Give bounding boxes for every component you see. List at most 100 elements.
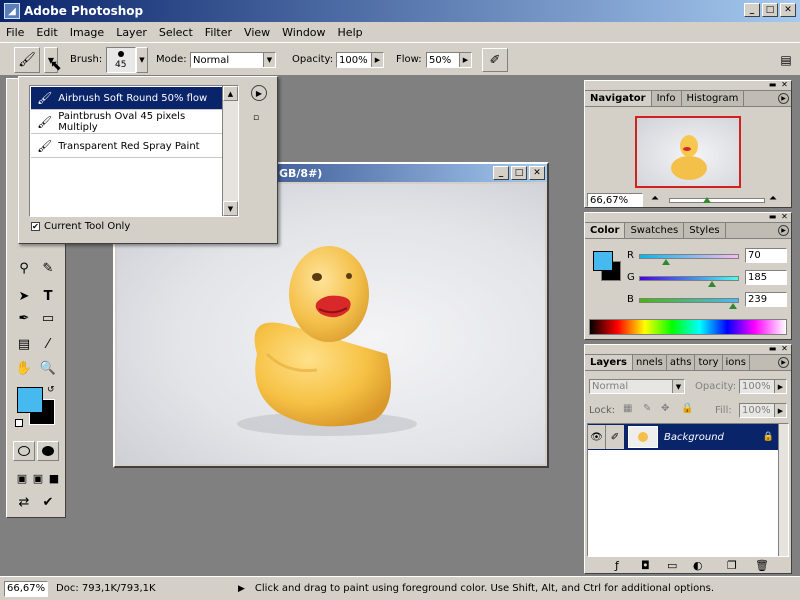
lock-all-icon[interactable]: 🔒: [681, 403, 693, 414]
lock-position-icon[interactable]: ✥: [661, 403, 669, 414]
standard-mode-button[interactable]: [13, 441, 35, 461]
flow-input[interactable]: 50% ▶: [426, 52, 472, 68]
r-slider-handle[interactable]: [662, 259, 670, 265]
rectangle-tool-icon[interactable]: ▭: [37, 307, 59, 329]
layers-scrollbar[interactable]: [778, 424, 788, 556]
foreground-color-swatch[interactable]: [17, 387, 43, 413]
menu-edit[interactable]: Edit: [30, 26, 63, 39]
doc-close-button[interactable]: ✕: [529, 166, 545, 180]
chevron-right-icon[interactable]: ▶: [459, 53, 471, 67]
r-input[interactable]: 70: [745, 248, 787, 263]
tab-styles[interactable]: Styles: [684, 223, 726, 238]
tab-paths[interactable]: aths: [667, 355, 696, 370]
layer-style-icon[interactable]: ƒ: [615, 559, 619, 572]
current-tool-only-checkbox[interactable]: ✔: [31, 222, 40, 231]
clone-stamp-tool-icon[interactable]: ⚲: [13, 257, 35, 279]
chevron-right-icon[interactable]: ▶: [371, 53, 383, 67]
eyedropper-tool-icon[interactable]: ⁄: [37, 333, 59, 355]
tab-actions[interactable]: ions: [723, 355, 750, 370]
palette-menu-button[interactable]: ▶: [778, 225, 789, 236]
menu-select[interactable]: Select: [153, 26, 199, 39]
preset-menu-button[interactable]: ▶: [251, 85, 267, 101]
blend-mode-select[interactable]: Normal ▼: [589, 379, 685, 394]
chevron-up-icon[interactable]: ▲: [223, 86, 238, 101]
tab-info[interactable]: Info: [652, 91, 682, 106]
maximize-button[interactable]: □: [762, 3, 778, 17]
jump-to-imageready-icon[interactable]: ⇄: [13, 491, 35, 513]
doc-maximize-button[interactable]: □: [511, 166, 527, 180]
menu-help[interactable]: Help: [332, 26, 369, 39]
color-foreground-swatch[interactable]: [593, 251, 613, 271]
doc-minimize-button[interactable]: _: [493, 166, 509, 180]
tool-preset-item[interactable]: 🖌 Paintbrush Oval 45 pixels Multiply: [31, 111, 222, 134]
close-icon[interactable]: ✕: [780, 213, 789, 221]
adjustment-layer-icon[interactable]: ◐: [693, 559, 703, 572]
tab-layers[interactable]: Layers: [585, 355, 633, 370]
edit-imageready-icon[interactable]: ✔: [37, 491, 59, 513]
screen-mode-full-icon[interactable]: ■: [43, 467, 65, 489]
new-set-icon[interactable]: ▭: [667, 559, 677, 572]
menu-view[interactable]: View: [238, 26, 276, 39]
brush-link-icon[interactable]: ✐: [606, 425, 624, 449]
swap-colors-icon[interactable]: ↺: [47, 385, 55, 395]
notes-tool-icon[interactable]: ▤: [13, 333, 35, 355]
tool-preset-item[interactable]: 🖌 Airbrush Soft Round 50% flow: [31, 87, 222, 110]
chevron-right-icon[interactable]: ▶: [774, 404, 786, 417]
layer-row-background[interactable]: 👁 ✐ Background 🔒: [588, 424, 778, 450]
quick-mask-button[interactable]: [37, 441, 59, 461]
preset-list-scrollbar[interactable]: ▲ ▼: [222, 86, 238, 216]
eye-icon[interactable]: 👁: [588, 425, 606, 449]
lock-image-icon[interactable]: ✎: [643, 403, 651, 414]
b-slider-handle[interactable]: [729, 303, 737, 309]
zoom-out-icon[interactable]: ⏶: [651, 193, 659, 204]
fill-input[interactable]: 100% ▶: [739, 403, 787, 418]
menu-window[interactable]: Window: [276, 26, 331, 39]
history-brush-tool-icon[interactable]: ✎: [37, 257, 59, 279]
menu-layer[interactable]: Layer: [110, 26, 153, 39]
brush-picker-arrow[interactable]: ▼: [136, 47, 148, 73]
close-button[interactable]: ✕: [780, 3, 796, 17]
palette-menu-button[interactable]: ▶: [778, 357, 789, 368]
b-input[interactable]: 239: [745, 292, 787, 307]
zoom-slider-handle[interactable]: [703, 197, 711, 203]
menu-image[interactable]: Image: [64, 26, 110, 39]
close-icon[interactable]: ✕: [780, 345, 789, 353]
close-icon[interactable]: ✕: [780, 81, 789, 89]
menu-filter[interactable]: Filter: [199, 26, 238, 39]
lock-transparency-icon[interactable]: ▦: [623, 403, 632, 414]
opacity-input[interactable]: 100% ▶: [336, 52, 384, 68]
zoom-tool-icon[interactable]: 🔍: [37, 357, 59, 379]
tab-color[interactable]: Color: [585, 223, 626, 238]
chevron-right-icon[interactable]: ▶: [774, 380, 786, 393]
chevron-down-icon[interactable]: ▼: [223, 201, 238, 216]
brush-preview[interactable]: 45: [106, 47, 136, 73]
b-slider[interactable]: [639, 298, 739, 303]
tab-channels[interactable]: nnels: [633, 355, 667, 370]
g-slider-handle[interactable]: [708, 281, 716, 287]
delete-layer-icon[interactable]: 🗑: [755, 559, 769, 572]
pen-tool-icon[interactable]: ✒: [13, 307, 35, 329]
g-slider[interactable]: [639, 276, 739, 281]
photoshop-icon[interactable]: ◢: [4, 3, 20, 19]
brush-tool-icon[interactable]: 🖌: [14, 47, 40, 73]
g-input[interactable]: 185: [745, 270, 787, 285]
minimize-icon[interactable]: ▬: [768, 81, 777, 89]
navigator-thumbnail[interactable]: [635, 116, 741, 188]
status-menu-arrow-icon[interactable]: ▶: [238, 584, 245, 594]
navigator-zoom-slider[interactable]: [669, 198, 765, 203]
minimize-button[interactable]: _: [744, 3, 760, 17]
minimize-icon[interactable]: ▬: [768, 213, 777, 221]
path-selection-tool-icon[interactable]: ➤: [13, 285, 35, 307]
type-tool-icon[interactable]: T: [37, 285, 59, 307]
minimize-icon[interactable]: ▬: [768, 345, 777, 353]
airbrush-toggle-button[interactable]: ✐: [482, 48, 508, 72]
tab-swatches[interactable]: Swatches: [625, 223, 685, 238]
r-slider[interactable]: [639, 254, 739, 259]
zoom-in-icon[interactable]: ⏶: [769, 193, 777, 204]
add-mask-icon[interactable]: ◘: [641, 559, 650, 572]
default-colors-icon[interactable]: [15, 419, 23, 427]
layer-opacity-input[interactable]: 100% ▶: [739, 379, 787, 394]
tool-preset-item[interactable]: 🖌 Transparent Red Spray Paint: [31, 135, 222, 158]
color-spectrum-ramp[interactable]: [589, 319, 787, 335]
new-preset-icon[interactable]: ▫: [253, 113, 263, 123]
